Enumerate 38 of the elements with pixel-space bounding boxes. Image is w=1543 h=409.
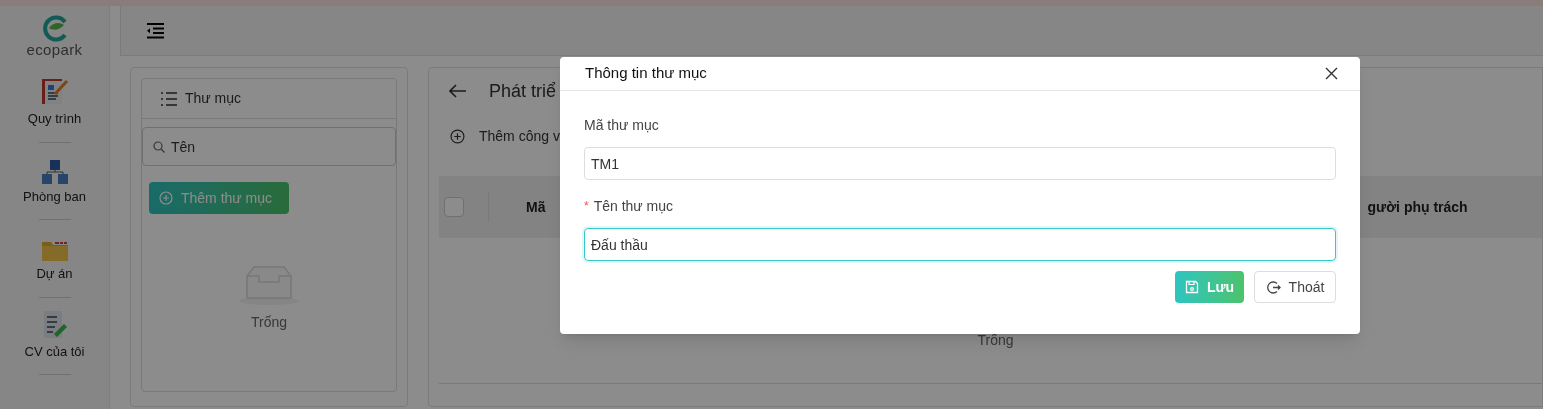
close-icon[interactable] (1325, 67, 1338, 80)
nav-item[interactable]: CV của tôi (0, 297, 109, 374)
empty-text: Trống (977, 331, 1014, 348)
nav-label: Phòng ban (23, 187, 86, 206)
input-field[interactable]: TM1 (584, 147, 1336, 180)
panel-title: Thư mục (185, 89, 242, 108)
add-task-button[interactable]: Thêm công v (439, 116, 560, 156)
field-label: Tên thư mục (593, 196, 674, 216)
required-mark: * (584, 198, 589, 215)
nav-item[interactable]: Dự án (0, 220, 109, 297)
dialog-title: Thông tin thư mục (585, 63, 707, 84)
back-arrow-icon[interactable] (449, 84, 467, 98)
plus-circle-icon (450, 128, 465, 144)
column-header: gười phụ trách (1367, 197, 1468, 217)
nav-label: CV của tôi (24, 342, 85, 361)
document-pen-icon (39, 77, 70, 107)
logo-icon (40, 14, 69, 42)
search-icon (153, 141, 165, 153)
nav-label: Quy trình (27, 110, 82, 128)
nav-label: Dự án (36, 265, 73, 283)
checkbox[interactable] (444, 197, 464, 217)
logo-text: ecopark (26, 42, 83, 57)
field-label: Mã thư mục (584, 115, 659, 135)
page-title: Phát triể (489, 79, 557, 103)
logout-icon (1265, 279, 1281, 295)
exit-button[interactable]: Thoát (1254, 271, 1336, 303)
nav-item[interactable]: Quy trình (0, 65, 109, 142)
save-icon (1184, 280, 1199, 294)
search-field[interactable]: Tên (142, 127, 396, 166)
menu-fold-icon[interactable] (147, 22, 165, 39)
checklist-pen-icon (41, 309, 68, 340)
column-header: Mã (526, 197, 546, 217)
list-icon (161, 91, 177, 106)
plus-circle-icon (159, 191, 173, 205)
empty-text: Trống (250, 313, 288, 332)
nav-item[interactable]: Phòng ban (0, 142, 109, 219)
org-chart-icon (39, 158, 70, 185)
input-field[interactable]: Đấu thầu (584, 228, 1336, 261)
